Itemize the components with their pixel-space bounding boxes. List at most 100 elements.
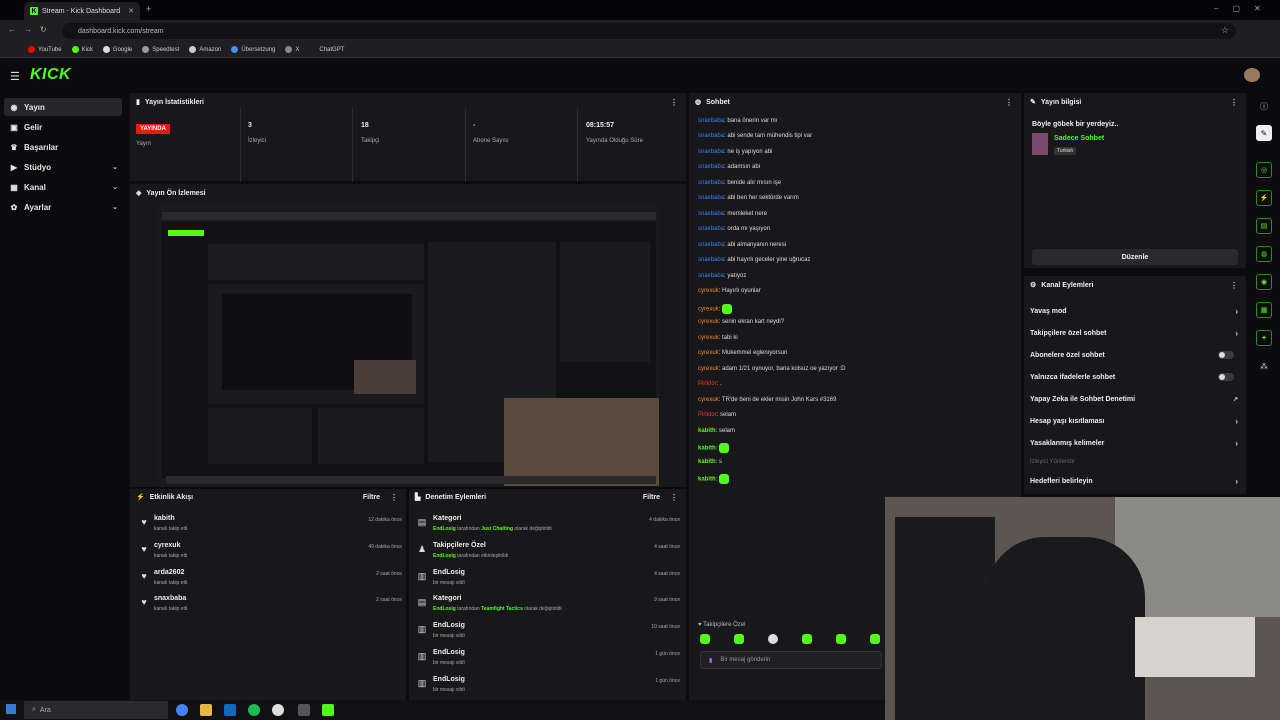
chat-username[interactable]: snaxbaba — [698, 180, 724, 186]
bookmark-chatgpt[interactable]: ChatGPT — [309, 46, 344, 53]
sidebar-item-basarilar[interactable]: ♛ Başarılar — [4, 138, 122, 156]
chat-username[interactable]: cyrexuk — [698, 319, 719, 325]
server-icon[interactable]: ▦ — [1256, 302, 1272, 318]
emote-icon[interactable] — [802, 634, 812, 644]
bookmark-google[interactable]: Google — [102, 46, 132, 53]
chat-username[interactable]: kabith — [698, 459, 716, 465]
bookmark-youtube[interactable]: YouTube — [28, 46, 62, 53]
url-field[interactable]: dashboard.kick.com/stream — [62, 23, 1236, 39]
wrench-icon[interactable]: ✦ — [1256, 330, 1272, 346]
chat-username[interactable]: snaxbaba — [698, 273, 724, 279]
kick-logo[interactable]: KICK — [30, 66, 71, 84]
chat-username[interactable]: snaxbaba — [698, 118, 724, 124]
chat-username[interactable]: cyrexuk — [698, 307, 719, 313]
chat-username[interactable]: Pirlidor — [698, 381, 717, 387]
more-icon[interactable]: ⋮ — [670, 98, 678, 107]
kick-app-icon[interactable] — [322, 704, 334, 716]
chevron-down-icon: ⌄ — [112, 164, 118, 171]
emote-icon[interactable] — [836, 634, 846, 644]
chat-username[interactable]: snaxbaba — [698, 211, 724, 217]
chat-username[interactable]: snaxbaba — [698, 164, 724, 170]
folder-icon[interactable] — [200, 704, 212, 716]
spotify-icon[interactable] — [248, 704, 260, 716]
chat-username[interactable]: snaxbaba — [698, 226, 724, 232]
chat-username[interactable]: snaxbaba — [698, 242, 724, 248]
chat-username[interactable]: cyrexuk — [698, 366, 719, 372]
action-emote-chat[interactable]: Yalnızca ifadelerle sohbet — [1030, 369, 1240, 385]
chat-username[interactable]: cyrexuk — [698, 350, 719, 356]
action-ai-moderation[interactable]: Yapay Zeka ile Sohbet Denetimi ↗ — [1030, 391, 1240, 407]
bookmark-speedtest[interactable]: Speedtest — [142, 46, 179, 53]
action-slow-mode[interactable]: Yavaş mod › — [1030, 303, 1240, 319]
eye-icon: ◈ — [136, 190, 142, 197]
window-controls[interactable]: –▢✕ — [1214, 4, 1275, 13]
bolt-icon[interactable]: ⚡ — [1256, 190, 1272, 206]
chat-username[interactable]: cyrexuk — [698, 335, 719, 341]
chat-input[interactable]: ▮ Bir mesaj gönderin — [700, 651, 882, 669]
sidebar-item-kanal[interactable]: ▦ Kanal ⌄ — [4, 178, 122, 196]
taskbar-search[interactable]: ⌕ Ara — [24, 701, 168, 719]
action-raid[interactable]: İzleyici Yönlendir — [1030, 454, 1240, 470]
more-icon[interactable]: ⋮ — [390, 493, 398, 502]
action-goals[interactable]: Hedefleri belirleyin › — [1030, 473, 1240, 489]
emote-icon[interactable] — [768, 634, 778, 644]
action-subs-chat[interactable]: Abonelere özel sohbet — [1030, 347, 1240, 363]
obs-icon[interactable] — [272, 704, 284, 716]
edit-button[interactable]: Düzenle — [1032, 249, 1238, 265]
nav-arrows-icon[interactable]: ←→↻ — [8, 25, 55, 34]
windows-icon[interactable] — [6, 704, 16, 714]
more-icon[interactable]: ⋮ — [1230, 98, 1238, 107]
chat-icon[interactable]: ◍ — [1256, 246, 1272, 262]
close-tab-icon[interactable]: ✕ — [128, 7, 134, 15]
filter-button[interactable]: Filtre — [643, 494, 660, 501]
document-icon[interactable]: ▤ — [1256, 218, 1272, 234]
filter-button[interactable]: Filtre — [363, 494, 380, 501]
toggle-switch[interactable] — [1218, 373, 1234, 381]
toggle-switch[interactable] — [1218, 351, 1234, 359]
browser-tab[interactable]: K Stream - Kick Dashboard ✕ — [24, 2, 140, 20]
emote-icon[interactable] — [700, 634, 710, 644]
action-account-age[interactable]: Hesap yaşı kısıtlaması › — [1030, 413, 1240, 429]
chat-username[interactable]: cyrexuk — [698, 397, 719, 403]
avatar[interactable] — [1244, 68, 1260, 82]
bookmark-translate[interactable]: Übersetzung — [231, 46, 275, 53]
bookmark-star-icon[interactable]: ☆ — [1221, 25, 1229, 36]
chat-username[interactable]: cyrexuk — [698, 288, 719, 294]
info-icon[interactable]: ⓘ — [1256, 98, 1272, 114]
chat-username[interactable]: snaxbaba — [698, 149, 724, 155]
more-icon[interactable]: ⋮ — [1005, 98, 1013, 107]
bookmark-amazon[interactable]: Amazon — [189, 46, 221, 53]
outlook-icon[interactable] — [224, 704, 236, 716]
sidebar-item-yayin[interactable]: ◉ Yayın — [4, 98, 122, 116]
chat-username[interactable]: kabith — [698, 446, 716, 452]
more-icon[interactable]: ⋮ — [670, 493, 678, 502]
chat-username[interactable]: snaxbaba — [698, 195, 724, 201]
sidebar-item-gelir[interactable]: ▣ Gelir — [4, 118, 122, 136]
stream-preview[interactable] — [158, 204, 659, 486]
uptime-value: 08:15:57 — [586, 122, 615, 129]
action-followers-chat[interactable]: Takipçilere özel sohbet › — [1030, 325, 1240, 341]
new-tab-icon[interactable]: + — [146, 4, 151, 14]
broadcast-icon[interactable]: ◉ — [1256, 274, 1272, 290]
share-icon[interactable]: ⁂ — [1256, 358, 1272, 374]
bookmark-x[interactable]: X — [285, 46, 299, 53]
app-header — [0, 59, 1280, 93]
more-icon[interactable]: ⋮ — [1230, 281, 1238, 290]
target-icon[interactable]: ◎ — [1256, 162, 1272, 178]
category-name[interactable]: Sadece Sohbet — [1054, 135, 1104, 142]
chat-username[interactable]: kabith — [698, 428, 716, 434]
emote-icon[interactable] — [734, 634, 744, 644]
action-banned-words[interactable]: Yasaklanmış kelimeler › — [1030, 435, 1240, 451]
sidebar-item-ayarlar[interactable]: ✿ Ayarlar ⌄ — [4, 198, 122, 216]
emote-icon[interactable] — [870, 634, 880, 644]
bookmark-kick[interactable]: Kick — [71, 46, 93, 53]
chat-username[interactable]: snaxbaba — [698, 257, 724, 263]
chrome-icon[interactable] — [176, 704, 188, 716]
chat-username[interactable]: Pirlidor — [698, 412, 717, 418]
menu-icon[interactable]: ☰ — [10, 70, 20, 83]
chrome-profile-icon[interactable] — [298, 704, 310, 716]
sidebar-item-studyo[interactable]: ▶ Stüdyo ⌄ — [4, 158, 122, 176]
chat-username[interactable]: kabith — [698, 477, 716, 483]
chat-username[interactable]: snaxbaba — [698, 133, 724, 139]
pencil-icon[interactable]: ✎ — [1256, 125, 1272, 141]
